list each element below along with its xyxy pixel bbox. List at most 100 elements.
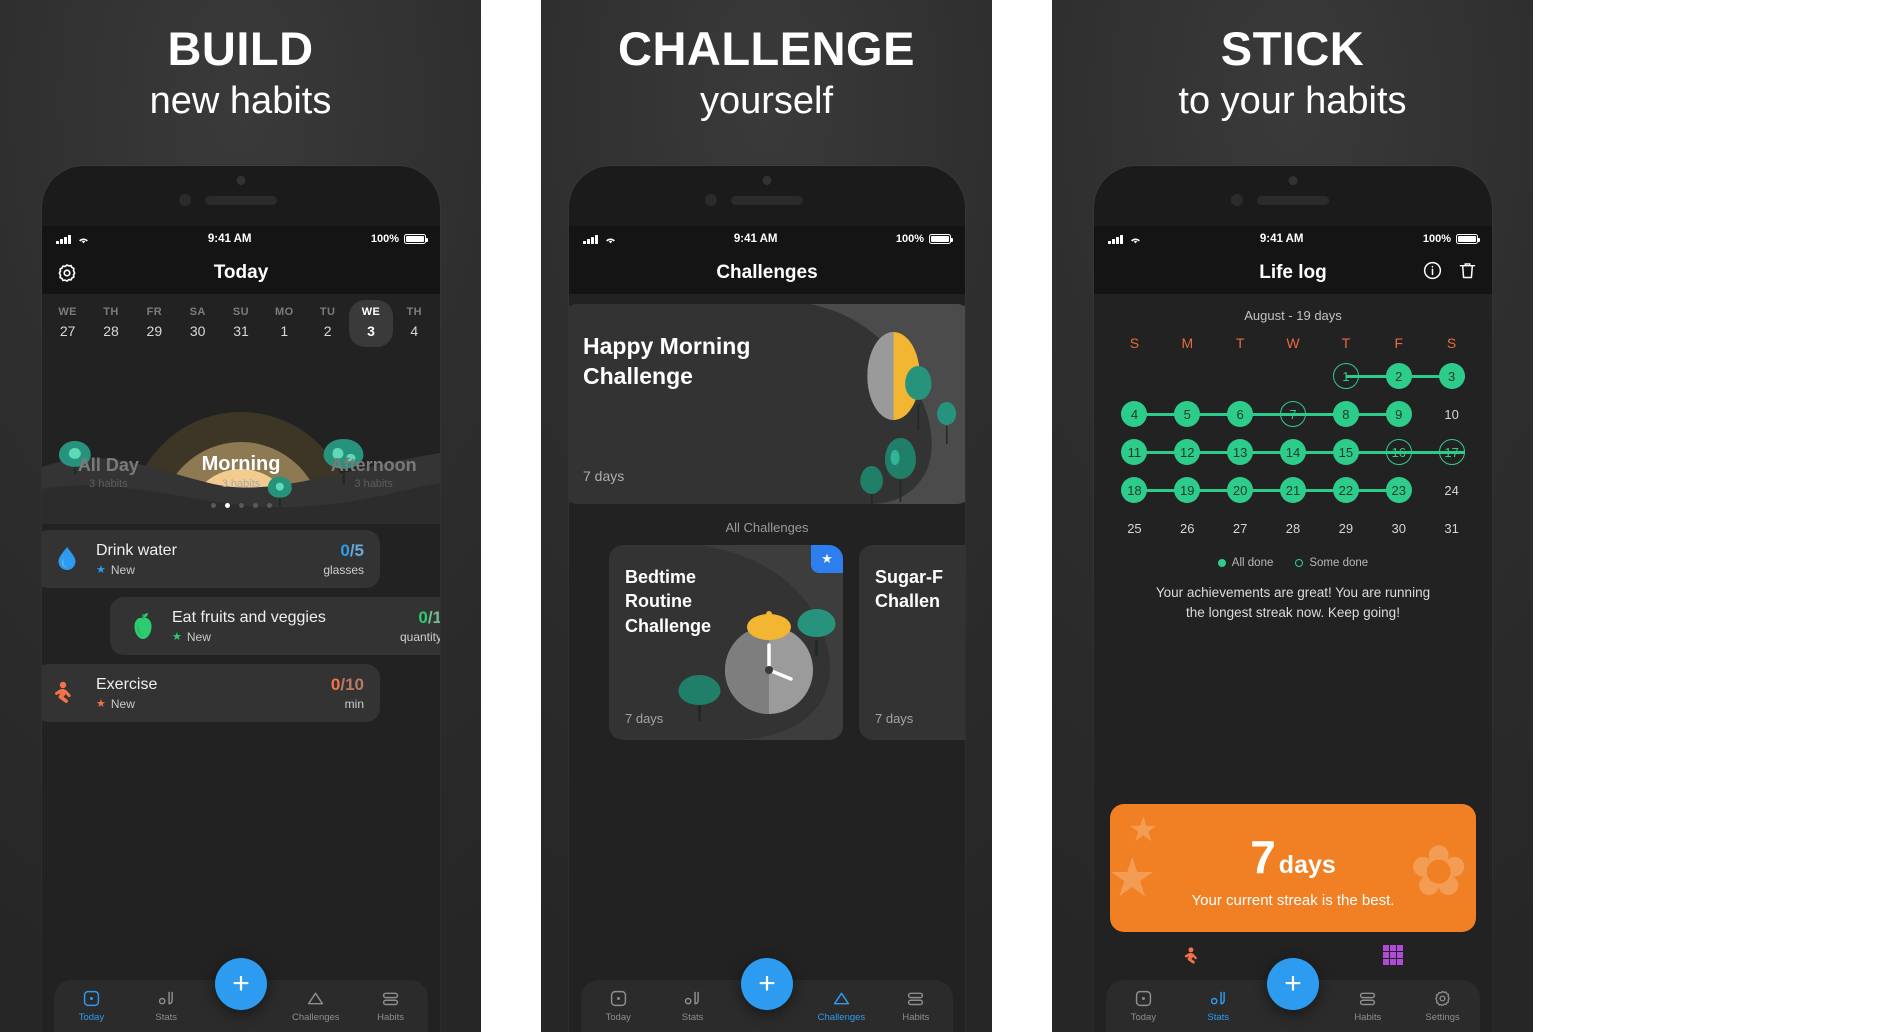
calendar-empty (1108, 363, 1161, 389)
add-button[interactable]: + (1267, 958, 1319, 1010)
week-day-4[interactable]: SU 31 (219, 300, 262, 347)
habit-row-drink-water[interactable]: Drink water ★ New 0/5 glasses (42, 530, 380, 588)
tab-today[interactable]: Today (581, 989, 655, 1023)
calendar-day[interactable]: 20 (1213, 477, 1267, 503)
gear-icon[interactable] (56, 262, 78, 284)
streak-description: Your current streak is the best. (1191, 892, 1395, 909)
calendar-day[interactable]: 11 (1108, 439, 1161, 465)
habit-row-exercise[interactable]: Exercise ★ New 0/10 min (42, 664, 380, 722)
calendar-day[interactable]: 17 (1425, 439, 1478, 465)
featured-challenge-card[interactable]: Happy Morning Challenge 7 days (569, 304, 965, 504)
calendar-day[interactable]: 15 (1319, 439, 1373, 465)
tab-today[interactable]: Today (54, 989, 129, 1023)
tab-challenges[interactable]: Challenges (804, 989, 878, 1023)
trees-svg (58, 438, 364, 507)
calendar-day[interactable]: 21 (1266, 477, 1320, 503)
tab-stats[interactable]: Stats (655, 989, 729, 1023)
add-challenge-button[interactable]: + (741, 958, 793, 1010)
calendar-day[interactable]: 28 (1267, 515, 1320, 541)
page-dot-active[interactable] (224, 503, 230, 508)
day-number: 10 (1444, 406, 1459, 422)
tab-habits[interactable]: Habits (1330, 989, 1405, 1023)
trash-icon[interactable] (1457, 260, 1478, 286)
phone-mockup-3: 9:41 AM 100% Life log August - 19 days S… (1094, 166, 1492, 1032)
day-number: 19 (1180, 482, 1195, 498)
calendar-day[interactable]: 7 (1266, 401, 1320, 427)
calendar-day[interactable]: 27 (1214, 515, 1267, 541)
weekday-letter: S (1446, 335, 1457, 351)
tab-stats[interactable]: Stats (129, 989, 204, 1023)
day-number: 11 (1127, 444, 1142, 460)
weekday-number: 1 (280, 323, 289, 339)
calendar-day[interactable]: 12 (1160, 439, 1214, 465)
weekday-number: 2 (323, 323, 332, 339)
tab-habits[interactable]: Habits (879, 989, 953, 1023)
calendar-day[interactable]: 6 (1213, 401, 1267, 427)
calendar-day[interactable]: 19 (1160, 477, 1214, 503)
weekday-abbr: TH (406, 306, 423, 318)
habit-current: 0 (418, 608, 428, 627)
habit-target: /5 (349, 541, 364, 560)
week-day-5[interactable]: MO 1 (263, 300, 306, 347)
page-dot[interactable] (266, 503, 272, 508)
challenge-card-bedtime[interactable]: ★ Bedtime Routine Challenge 7 days (609, 545, 843, 740)
weekday-number: 27 (59, 323, 76, 339)
tab-challenges[interactable]: Challenges (278, 989, 353, 1023)
featured-days: 7 days (583, 468, 625, 484)
calendar-day[interactable]: 9 (1372, 401, 1425, 427)
battery-icon (1456, 234, 1481, 244)
segment-all-day[interactable]: All Day 3 habits (42, 455, 175, 490)
weekday-letter: T (1341, 335, 1351, 351)
week-day-0[interactable]: WE 27 (46, 300, 89, 347)
habit-row-eat-fruits[interactable]: Eat fruits and veggies ★ New 0/1 quantit… (110, 597, 440, 655)
week-day-2[interactable]: FR 29 (133, 300, 176, 347)
battery-icon (404, 234, 429, 244)
featured-star-badge: ★ (811, 545, 843, 573)
page-dot[interactable] (238, 503, 244, 508)
calendar-day[interactable]: 22 (1319, 477, 1373, 503)
calendar-day[interactable]: 5 (1160, 401, 1214, 427)
tab-habits[interactable]: Habits (353, 989, 428, 1023)
week-day-3[interactable]: SA 30 (176, 300, 219, 347)
calendar-day[interactable]: 3 (1425, 363, 1478, 389)
calendar-day[interactable]: 14 (1266, 439, 1320, 465)
calendar-day[interactable]: 29 (1319, 515, 1372, 541)
calendar-day[interactable]: 13 (1213, 439, 1267, 465)
week-day-8[interactable]: TH 4 (393, 300, 436, 347)
calendar-day[interactable]: 10 (1425, 401, 1478, 427)
calendar-day[interactable]: 8 (1319, 401, 1373, 427)
weekday-number: 31 (233, 323, 249, 339)
segment-morning[interactable]: Morning 3 habits (175, 453, 308, 490)
tab-settings[interactable]: Settings (1405, 989, 1480, 1023)
calendar-day[interactable]: 24 (1425, 477, 1478, 503)
calendar-day[interactable]: 16 (1372, 439, 1426, 465)
calendar-day[interactable]: 26 (1161, 515, 1214, 541)
segment-afternoon[interactable]: Afternoon 3 habits (307, 455, 440, 490)
week-day-6[interactable]: TU 2 (306, 300, 349, 347)
week-day-1[interactable]: TH 28 (89, 300, 132, 347)
tab-today[interactable]: Today (1106, 989, 1181, 1023)
calendar-row: 4 5 6 7 8 9 10 (1094, 401, 1492, 427)
nav-right (1422, 260, 1478, 286)
page-dot[interactable] (210, 503, 216, 508)
calendar-day[interactable]: 4 (1108, 401, 1161, 427)
wifi-icon (604, 235, 616, 244)
add-habit-button[interactable]: + (215, 958, 267, 1010)
today-icon (54, 989, 129, 1008)
calendar-day[interactable]: 23 (1372, 477, 1425, 503)
challenge-card-sugar-free[interactable]: Sugar-F Challen 7 days (859, 545, 965, 740)
calendar-day[interactable]: 25 (1108, 515, 1161, 541)
challenges-icon (278, 989, 353, 1008)
week-day-7-selected[interactable]: WE 3 (349, 300, 393, 347)
calendar-day[interactable]: 31 (1425, 515, 1478, 541)
calendar-day[interactable]: 30 (1372, 515, 1425, 541)
calendar-day[interactable]: 18 (1108, 477, 1161, 503)
tab-stats[interactable]: Stats (1181, 989, 1256, 1023)
page-dot[interactable] (252, 503, 258, 508)
day-number: 15 (1338, 444, 1354, 460)
calendar-day[interactable]: 1 (1319, 363, 1373, 389)
calendar-day[interactable]: 2 (1372, 363, 1426, 389)
habit-current: 0 (330, 675, 341, 694)
weekday-number: 4 (410, 323, 419, 339)
info-icon[interactable] (1422, 260, 1443, 286)
